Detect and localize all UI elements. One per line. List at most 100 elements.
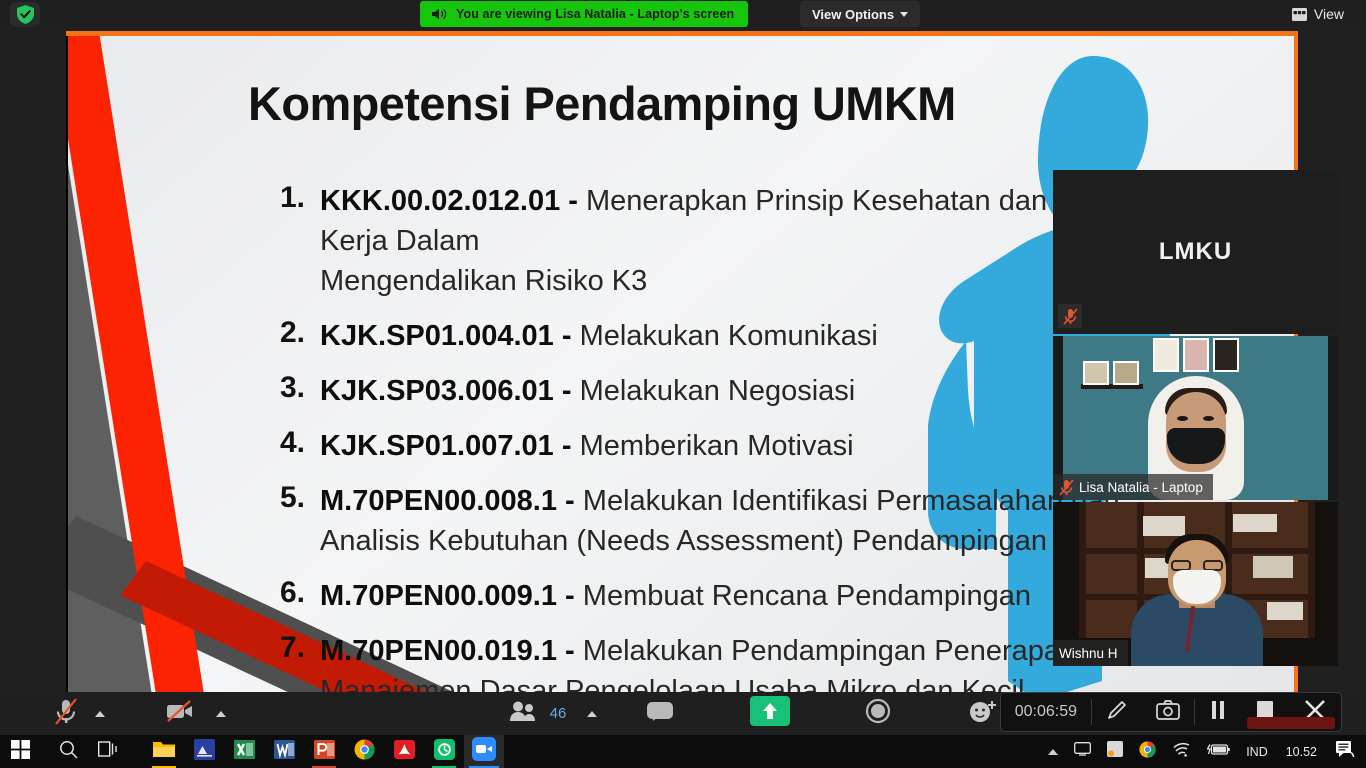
search-icon [59, 740, 78, 764]
video-options-button[interactable] [207, 692, 235, 735]
tray-chrome-button[interactable] [1132, 735, 1163, 768]
app-green[interactable] [424, 735, 464, 768]
participants-button[interactable] [505, 692, 541, 735]
chat-button[interactable] [640, 692, 680, 735]
camera-icon [1156, 699, 1180, 725]
notifications-button[interactable] [1328, 735, 1362, 768]
chevron-up-icon [216, 710, 226, 717]
record-icon [865, 698, 891, 729]
dash-separator: - [561, 375, 572, 408]
wifi-icon [1172, 742, 1191, 762]
audio-options-button[interactable] [86, 692, 114, 735]
mute-badge [1058, 304, 1082, 328]
microphone-muted-icon [1059, 478, 1074, 496]
excel-icon [233, 739, 255, 765]
chevron-down-icon [900, 11, 909, 17]
list-item-number: 3. [280, 371, 306, 405]
adobe-reader[interactable] [384, 735, 424, 768]
record-button[interactable] [858, 692, 898, 735]
display-button[interactable] [1067, 735, 1098, 768]
wifi-button[interactable] [1165, 735, 1198, 768]
participant-tile-wishnu-h[interactable]: Wishnu H [1053, 502, 1338, 666]
tray-app-icon-button[interactable] [1100, 735, 1130, 768]
competency-text: Melakukan Identifikasi Permasalahan dan [582, 485, 1120, 518]
participant-tile-lisa-natalia[interactable]: Lisa Natalia - Laptop [1053, 336, 1338, 500]
participant-display-name: Lisa Natalia - Laptop [1079, 479, 1203, 495]
microphone-muted-icon [1062, 307, 1078, 325]
competency-code: M.70PEN00.008.1 [320, 485, 557, 518]
participants-count: 46 [543, 692, 573, 735]
battery-charging-icon [1206, 743, 1230, 761]
blue-app-icon [193, 738, 215, 765]
reactions-icon [968, 699, 998, 728]
dash-separator: - [561, 320, 572, 353]
participant-video-strip: LMKU Lisa Natalia - Laptop Wishnu H [1053, 170, 1338, 666]
screenshot-button[interactable] [1142, 692, 1194, 732]
battery-button[interactable] [1200, 735, 1237, 768]
share-screen-button[interactable] [750, 692, 790, 735]
encryption-shield-button[interactable] [10, 2, 40, 27]
annotate-button[interactable] [1092, 692, 1142, 732]
excel[interactable] [224, 735, 264, 768]
file-explorer-icon [152, 739, 176, 764]
notifications-icon [1335, 740, 1355, 763]
list-item-body: M.70PEN00.009.1 - Membuat Rencana Pendam… [320, 576, 1031, 616]
reactions-button[interactable] [962, 692, 1004, 735]
camera-muted-icon [166, 700, 194, 727]
windows-start-icon [10, 739, 30, 764]
pause-icon [1209, 700, 1227, 725]
display-icon [1074, 742, 1092, 761]
sharing-status-text: You are viewing Lisa Natalia - Laptop's … [456, 7, 735, 21]
view-options-label: View Options [812, 6, 895, 22]
competency-code: M.70PEN00.009.1 [320, 580, 557, 613]
competency-text-line2: Analisis Kebutuhan (Needs Assessment) Pe… [320, 525, 1048, 558]
grid-view-icon [1291, 7, 1307, 21]
chevron-up-icon [1048, 748, 1059, 755]
list-item-body: KJK.SP01.004.01 - Melakukan Komunikasi [320, 316, 878, 356]
chrome[interactable] [344, 735, 384, 768]
competency-code: KJK.SP01.007.01 [320, 430, 554, 463]
chat-icon [647, 701, 673, 726]
competency-text: Melakukan Komunikasi [579, 320, 878, 353]
recording-toolbar: 00:06:59 [999, 692, 1342, 732]
share-screen-icon [750, 696, 790, 731]
pencil-icon [1106, 699, 1128, 726]
word[interactable] [264, 735, 304, 768]
participant-name-overlay: Wishnu H [1053, 640, 1128, 666]
participant-name-overlay: Lisa Natalia - Laptop [1053, 474, 1213, 500]
stop-recording-highlight [1247, 717, 1335, 729]
language-indicator[interactable]: IND [1239, 735, 1275, 768]
search-button[interactable] [48, 735, 88, 768]
zoom-meeting-window: You are viewing Lisa Natalia - Laptop's … [0, 0, 1366, 768]
tray-app-icon [1107, 741, 1124, 762]
list-item-number: 1. [280, 181, 306, 214]
meeting-top-bar: You are viewing Lisa Natalia - Laptop's … [0, 0, 1366, 28]
list-item-body: M.70PEN00.008.1 - Melakukan Identifikasi… [320, 481, 1120, 561]
mute-button[interactable] [44, 692, 88, 735]
dash-separator: - [565, 485, 575, 518]
tray-overflow-button[interactable] [1041, 735, 1065, 768]
app-blue[interactable] [184, 735, 224, 768]
system-tray: IND 10.52 [1041, 735, 1366, 768]
zoom[interactable] [464, 735, 504, 768]
file-explorer[interactable] [144, 735, 184, 768]
participant-tile-lmku[interactable]: LMKU [1053, 170, 1338, 334]
competency-code: KJK.SP01.004.01 [320, 320, 554, 353]
page-title: Kompetensi Pendamping UMKM [248, 77, 956, 130]
powerpoint[interactable] [304, 735, 344, 768]
list-item-number: 5. [280, 481, 306, 515]
recording-timer: 00:06:59 [1001, 692, 1091, 732]
word-icon [273, 739, 295, 765]
participants-options-button[interactable] [578, 692, 606, 735]
clock[interactable]: 10.52 [1277, 745, 1326, 759]
pause-recording-button[interactable] [1195, 692, 1241, 732]
view-layout-button[interactable]: View [1284, 1, 1352, 27]
video-button[interactable] [158, 692, 202, 735]
list-item-number: 7. [280, 631, 306, 665]
chrome-icon [1139, 740, 1156, 763]
list-item-body: M.70PEN00.019.1 - Melakukan Pendampingan… [320, 631, 1076, 701]
task-view-button[interactable] [88, 735, 128, 768]
view-options-button[interactable]: View Options [800, 1, 921, 27]
adobe-reader-icon [393, 739, 415, 765]
start-button[interactable] [0, 735, 40, 768]
